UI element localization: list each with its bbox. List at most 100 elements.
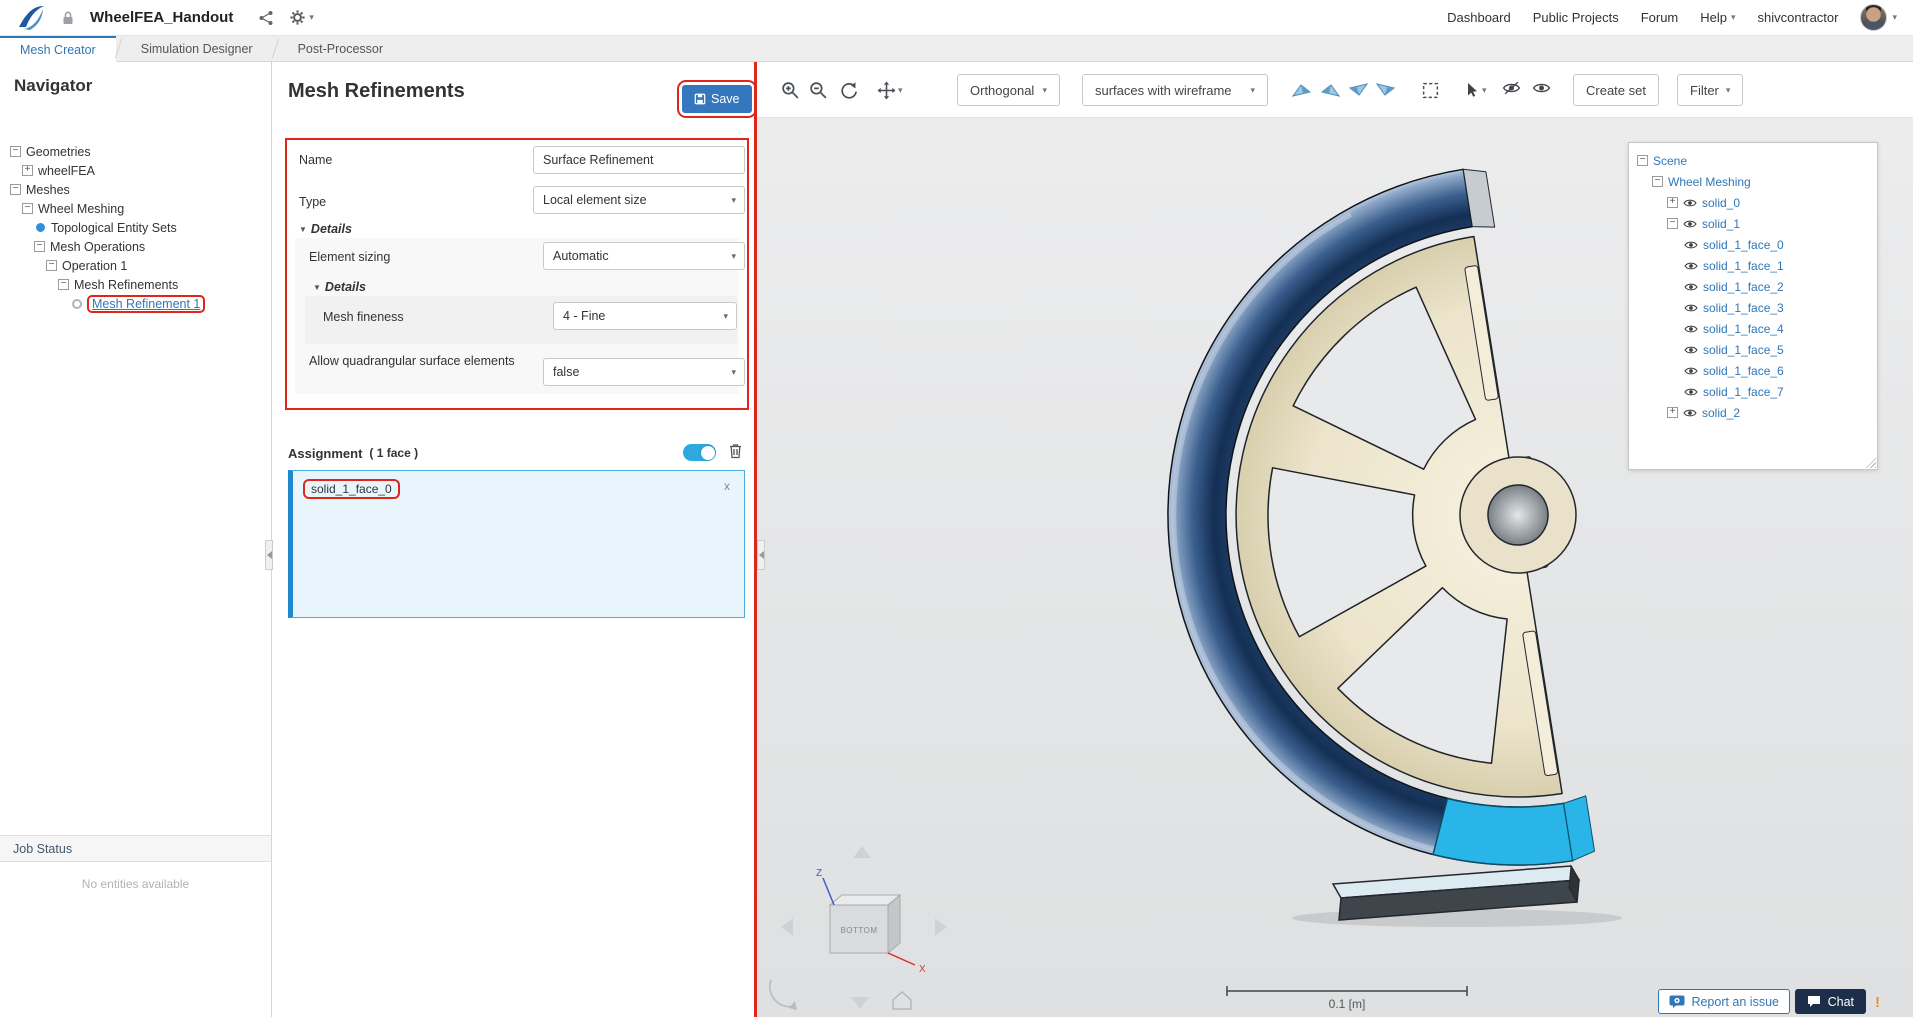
visibility-icon[interactable] [1683, 408, 1697, 418]
tab-simulation-designer[interactable]: Simulation Designer [121, 36, 273, 61]
tab-post-processor[interactable]: Post-Processor [278, 36, 403, 61]
tree-item-label[interactable]: Topological Entity Sets [51, 221, 177, 235]
tree-item-label[interactable]: solid_1_face_2 [1703, 280, 1784, 294]
visibility-icon[interactable] [1683, 198, 1697, 208]
header-link-dashboard[interactable]: Dashboard [1447, 10, 1511, 25]
share-icon[interactable] [258, 10, 274, 26]
navigator-tree-item[interactable]: Mesh Refinement 1 [0, 294, 271, 313]
collapse-icon[interactable]: − [10, 184, 21, 195]
app-logo-icon[interactable] [16, 3, 46, 33]
visibility-icon[interactable] [1684, 303, 1698, 313]
expand-icon[interactable]: + [22, 165, 33, 176]
visibility-icon[interactable] [1684, 240, 1698, 250]
name-input[interactable] [533, 146, 745, 174]
rotate-right-arrow[interactable] [935, 918, 947, 936]
reset-view-icon[interactable] [839, 81, 858, 100]
mesh-fineness-select[interactable]: 4 - Fine▾ [553, 302, 737, 330]
visibility-icon[interactable] [1684, 261, 1698, 271]
details-header[interactable]: ▼Details [299, 222, 352, 236]
expand-icon[interactable]: + [1667, 197, 1678, 208]
orientation-cube[interactable]: BOTTOM Z X [770, 846, 947, 1010]
remove-assignment-button[interactable]: x [724, 479, 730, 493]
tree-item-label[interactable]: Wheel Meshing [1668, 175, 1751, 189]
inner-details-header[interactable]: ▼Details [313, 280, 366, 294]
navigator-tree-item[interactable]: Topological Entity Sets [0, 218, 271, 237]
visibility-icon[interactable] [1684, 282, 1698, 292]
tree-item-label[interactable]: Operation 1 [62, 259, 127, 273]
tree-item-label[interactable]: solid_0 [1702, 196, 1740, 210]
pan-move-icon[interactable]: ▾ [877, 81, 903, 100]
home-view-icon[interactable] [893, 992, 911, 1009]
tree-item-label[interactable]: solid_1_face_7 [1703, 385, 1784, 399]
scene-tree-item[interactable]: solid_1_face_0 [1633, 234, 1873, 255]
tree-item-label[interactable]: Mesh Refinement 1 [87, 295, 205, 313]
collapse-icon[interactable]: − [58, 279, 69, 290]
navigator-tree-item[interactable]: −Geometries [0, 142, 271, 161]
visibility-icon[interactable] [1684, 324, 1698, 334]
visibility-icon[interactable] [1684, 387, 1698, 397]
projection-select[interactable]: Orthogonal▾ [957, 74, 1060, 106]
user-menu[interactable]: ▾ [1860, 4, 1897, 31]
view-preset-icon-1[interactable] [1291, 81, 1313, 99]
tab-mesh-creator[interactable]: Mesh Creator [0, 36, 116, 62]
header-link-shivcontractor[interactable]: shivcontractor [1758, 10, 1839, 25]
assigned-face-chip[interactable]: solid_1_face_0 [303, 479, 400, 499]
collapse-icon[interactable]: − [34, 241, 45, 252]
tree-item-label[interactable]: solid_1_face_6 [1703, 364, 1784, 378]
notification-alert[interactable]: ! [1875, 994, 1880, 1011]
zoom-out-icon[interactable] [809, 81, 828, 100]
scene-tree-item[interactable]: − solid_1 [1633, 213, 1873, 234]
tree-item-label[interactable]: solid_1_face_0 [1703, 238, 1784, 252]
visibility-icon[interactable] [1684, 366, 1698, 376]
filter-button[interactable]: Filter▾ [1677, 74, 1743, 106]
box-select-icon[interactable] [1421, 81, 1440, 100]
show-all-icon[interactable] [1532, 81, 1551, 95]
expand-icon[interactable]: + [1667, 407, 1678, 418]
user-avatar[interactable] [1860, 4, 1887, 31]
header-link-help[interactable]: Help▾ [1700, 10, 1735, 25]
tree-item-label[interactable]: solid_1 [1702, 217, 1740, 231]
view-preset-icon-4[interactable] [1375, 81, 1397, 99]
report-issue-button[interactable]: Report an issue [1658, 989, 1790, 1014]
scene-tree-item[interactable]: solid_1_face_2 [1633, 276, 1873, 297]
tree-item-label[interactable]: solid_1_face_5 [1703, 343, 1784, 357]
collapse-icon[interactable]: − [1637, 155, 1648, 166]
resize-corner-handle[interactable] [1863, 455, 1876, 468]
tree-item-label[interactable]: Wheel Meshing [38, 202, 124, 216]
save-button[interactable]: Save [682, 85, 752, 113]
type-select[interactable]: Local element size▾ [533, 186, 745, 214]
scene-tree-item[interactable]: −Wheel Meshing [1633, 171, 1873, 192]
rotate-down-arrow[interactable] [851, 997, 869, 1009]
collapse-icon[interactable]: − [46, 260, 57, 271]
visibility-icon[interactable] [1684, 345, 1698, 355]
tree-item-label[interactable]: wheelFEA [38, 164, 95, 178]
rotate-left-arrow[interactable] [781, 918, 793, 936]
job-status-header[interactable]: Job Status [0, 835, 271, 862]
render-mode-select[interactable]: surfaces with wireframe▾ [1082, 74, 1268, 106]
scene-tree-item[interactable]: solid_1_face_7 [1633, 381, 1873, 402]
tree-item-label[interactable]: solid_1_face_1 [1703, 259, 1784, 273]
view-preset-icon-3[interactable] [1347, 81, 1369, 99]
scene-tree-item[interactable]: + solid_0 [1633, 192, 1873, 213]
header-link-forum[interactable]: Forum [1641, 10, 1679, 25]
quad-elements-select[interactable]: false▾ [543, 358, 745, 386]
element-sizing-select[interactable]: Automatic▾ [543, 242, 745, 270]
settings-gear-icon[interactable]: ▾ [289, 9, 314, 26]
assignment-box[interactable]: solid_1_face_0 x [288, 470, 745, 618]
tree-item-label[interactable]: Geometries [26, 145, 91, 159]
tree-item-label[interactable]: solid_1_face_3 [1703, 301, 1784, 315]
visibility-icon[interactable] [1683, 219, 1697, 229]
navigator-tree-item[interactable]: −Mesh Refinements [0, 275, 271, 294]
rotate-ccw-arrow[interactable] [770, 980, 795, 1007]
scene-tree-item[interactable]: +solid_2 [1633, 402, 1873, 423]
scene-tree-item[interactable]: −Scene [1633, 150, 1873, 171]
navigator-tree-item[interactable]: + wheelFEA [0, 161, 271, 180]
collapse-icon[interactable]: − [1652, 176, 1663, 187]
collapse-icon[interactable]: − [22, 203, 33, 214]
panel-resize-handle[interactable] [265, 540, 273, 570]
chat-button[interactable]: Chat [1795, 989, 1866, 1014]
select-cursor-icon[interactable]: ▾ [1463, 81, 1487, 99]
rotate-up-arrow[interactable] [853, 846, 871, 858]
navigator-tree-item[interactable]: −Wheel Meshing [0, 199, 271, 218]
collapse-icon[interactable]: − [1667, 218, 1678, 229]
